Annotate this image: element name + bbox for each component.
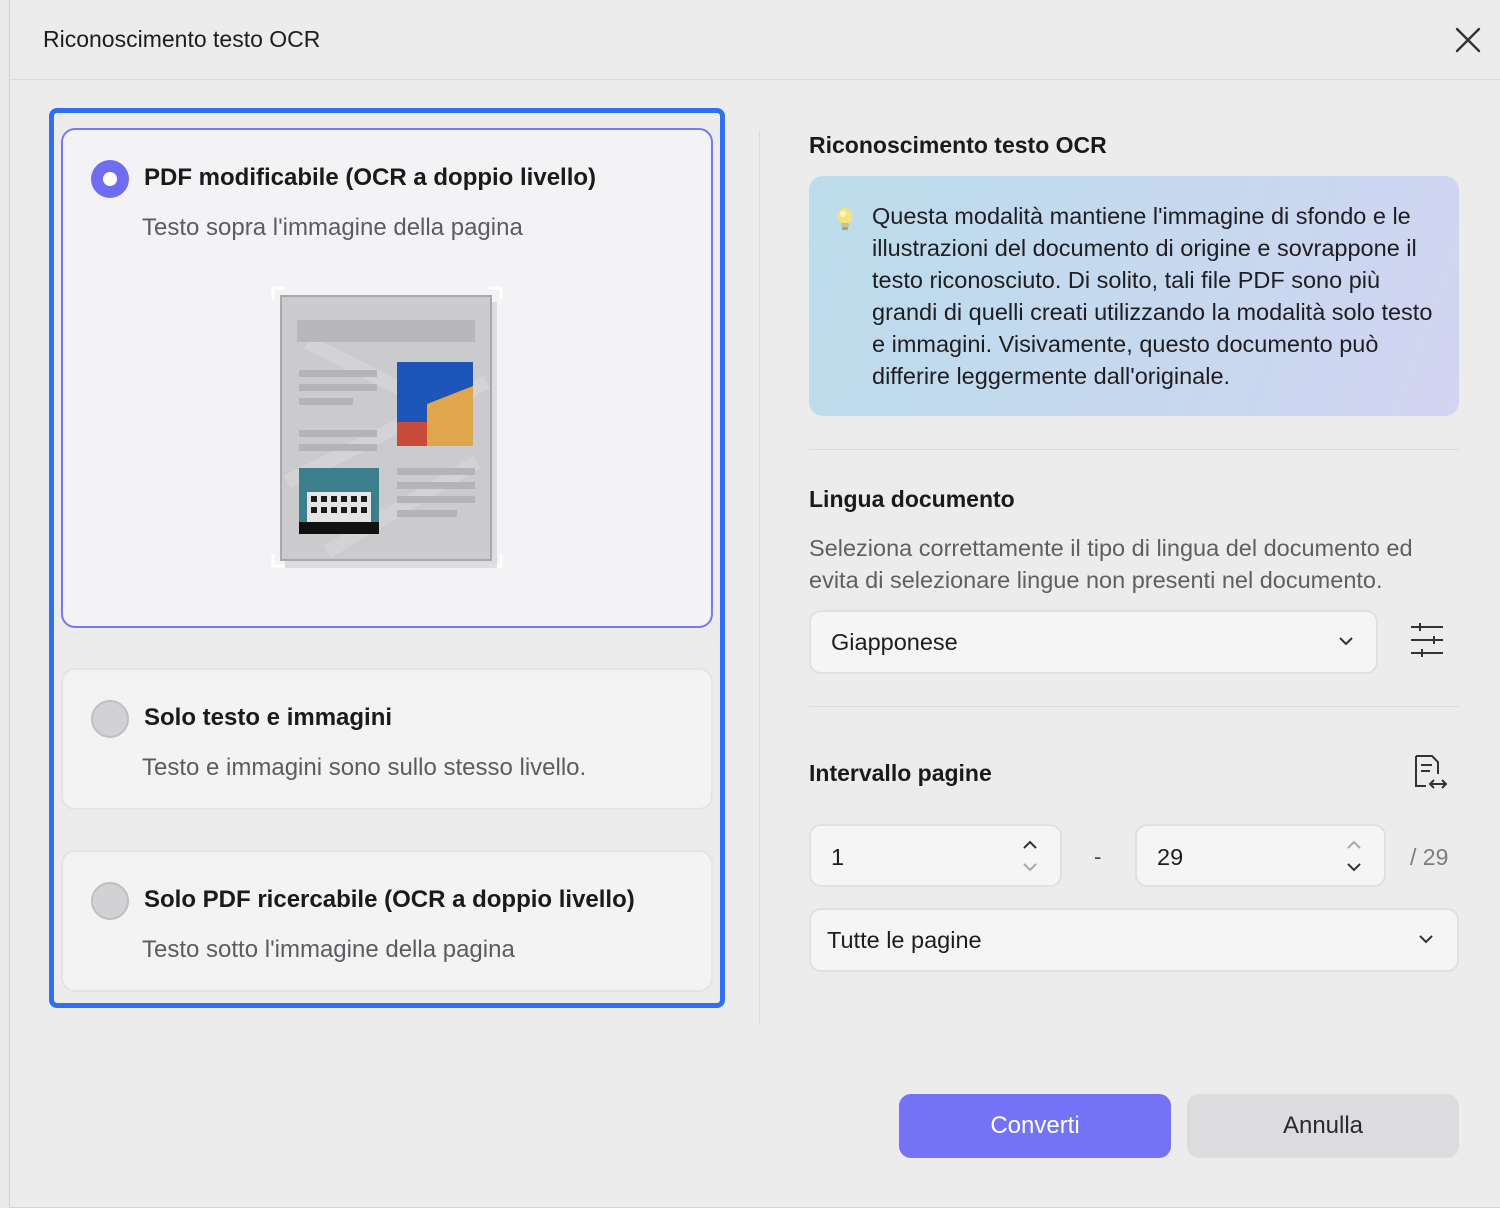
page-range-separator: - <box>1094 844 1102 869</box>
language-description: Seleziona correttamente il tipo di lingu… <box>809 535 1413 593</box>
mode-selection-panel: PDF modificabile (OCR a doppio livello) … <box>49 108 725 1008</box>
lightbulb-icon <box>837 208 853 230</box>
mode-title: Solo testo e immagini <box>144 704 393 731</box>
page-range-swap-icon[interactable] <box>1408 752 1450 794</box>
language-select-value: Giapponese <box>831 629 958 655</box>
mode-option-text-and-images[interactable]: Solo testo e immagini Testo e immagini s… <box>61 668 713 810</box>
dialog-title: Riconoscimento testo OCR <box>43 26 321 52</box>
ocr-section-title: Riconoscimento testo OCR <box>809 132 1107 158</box>
close-button[interactable] <box>1450 22 1486 58</box>
mode-title: Solo PDF ricercabile (OCR a doppio livel… <box>144 886 635 913</box>
page-total: / 29 <box>1410 844 1449 870</box>
page-from-value: 1 <box>831 844 845 870</box>
cancel-button[interactable]: Annulla <box>1187 1094 1459 1158</box>
ocr-info-box: Questa modalità mantiene l'immagine di s… <box>809 176 1459 416</box>
page-subset-select[interactable]: Tutte le pagine <box>809 908 1459 972</box>
page-to-value: 29 <box>1157 844 1184 870</box>
chevron-down-icon <box>1339 637 1353 646</box>
page-to-input[interactable]: 29 <box>1135 824 1386 887</box>
mode-description: Testo sotto l'immagine della pagina <box>142 936 515 963</box>
section-divider <box>809 449 1459 450</box>
close-icon <box>1455 27 1481 53</box>
title-bar: Riconoscimento testo OCR <box>10 0 1500 80</box>
stepper-arrows-icon[interactable] <box>1345 838 1363 874</box>
ocr-dialog: Riconoscimento testo OCR PDF modificabil… <box>9 0 1500 1208</box>
radio-searchable-pdf[interactable] <box>91 882 129 920</box>
mode-description: Testo e immagini sono sullo stesso livel… <box>142 754 587 781</box>
page-from-input[interactable]: 1 <box>809 824 1062 887</box>
mode-title: PDF modificabile (OCR a doppio livello) <box>144 164 597 191</box>
page-range-title: Intervallo pagine <box>809 760 992 786</box>
mode-description: Testo sopra l'immagine della pagina <box>142 214 523 241</box>
stepper-arrows-icon[interactable] <box>1021 838 1039 874</box>
language-section-title: Lingua documento <box>809 486 1015 512</box>
chevron-down-icon <box>1419 935 1433 944</box>
page-subset-value: Tutte le pagine <box>827 927 982 953</box>
document-preview-illustration <box>271 286 503 568</box>
language-settings-sliders-icon[interactable] <box>1408 620 1446 660</box>
language-select[interactable]: Giapponese <box>809 610 1378 674</box>
section-divider <box>809 706 1459 707</box>
mode-option-editable-pdf[interactable]: PDF modificabile (OCR a doppio livello) … <box>61 128 713 628</box>
radio-text-and-images[interactable] <box>91 700 129 738</box>
mode-option-searchable-pdf[interactable]: Solo PDF ricercabile (OCR a doppio livel… <box>61 850 713 992</box>
convert-button[interactable]: Converti <box>899 1094 1171 1158</box>
ocr-info-text: Questa modalità mantiene l'immagine di s… <box>872 203 1433 389</box>
radio-editable-pdf[interactable] <box>91 160 129 198</box>
panel-divider <box>759 130 760 1025</box>
